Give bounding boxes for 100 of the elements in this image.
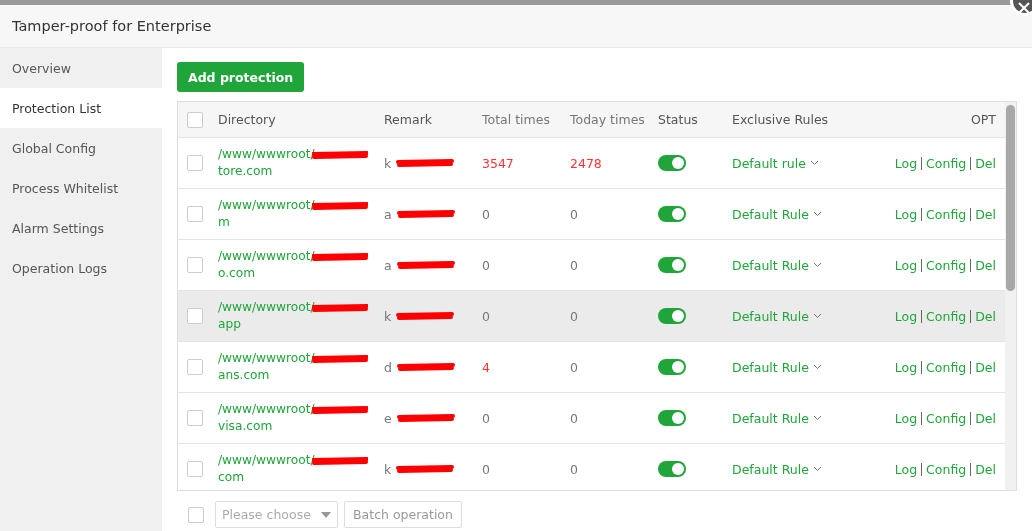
action-link[interactable]: Del <box>975 461 996 477</box>
sidebar-item[interactable]: Process Whitelist <box>0 168 162 208</box>
directory-link[interactable]: ans.com <box>218 367 384 384</box>
checkbox[interactable] <box>187 206 203 222</box>
rule-dropdown[interactable]: Default Rule <box>732 410 822 426</box>
scrollbar[interactable] <box>1005 102 1016 490</box>
checkbox[interactable] <box>188 506 204 523</box>
caret-icon <box>809 160 819 166</box>
remark-text: k <box>384 155 392 171</box>
action-link[interactable]: Log <box>894 410 918 426</box>
directory-link[interactable]: /www/wwwroot/ <box>218 197 315 214</box>
action-link[interactable]: Log <box>894 461 918 477</box>
count-text: 0 <box>482 206 490 222</box>
toggle-switch[interactable] <box>658 359 686 375</box>
rule-dropdown[interactable]: Default Rule <box>732 461 822 477</box>
column-header: Exclusive Rules <box>732 112 829 127</box>
action-link[interactable]: Config <box>926 155 967 171</box>
action-link[interactable]: Log <box>894 155 918 171</box>
rule-dropdown[interactable]: Default Rule <box>732 206 822 222</box>
directory-link[interactable]: visa.com <box>218 418 384 435</box>
action-link[interactable]: Log <box>894 308 918 324</box>
checkbox[interactable] <box>187 111 203 128</box>
sidebar-item[interactable]: Protection List <box>0 88 162 128</box>
action-link[interactable]: Config <box>926 257 967 273</box>
checkbox[interactable] <box>187 461 203 477</box>
remark-text: k <box>384 461 392 477</box>
count-text: 0 <box>570 461 578 477</box>
add-protection-button[interactable]: Add protection <box>177 62 305 92</box>
toggle-switch[interactable] <box>658 206 686 222</box>
toggle-switch[interactable] <box>658 257 686 273</box>
action-link[interactable]: Del <box>975 155 996 171</box>
action-link[interactable]: Config <box>926 206 967 222</box>
directory-link[interactable]: /www/wwwroot/ <box>218 401 315 418</box>
directory-link[interactable]: com <box>218 469 384 486</box>
count-text: 4 <box>482 359 490 375</box>
rule-dropdown[interactable]: Default Rule <box>732 308 822 324</box>
checkbox[interactable] <box>187 308 203 324</box>
action-link[interactable]: Del <box>975 308 996 324</box>
action-link[interactable]: Config <box>926 461 967 477</box>
rule-dropdown[interactable]: Default rule <box>732 155 819 171</box>
action-link[interactable]: Config <box>926 308 967 324</box>
toggle-switch[interactable] <box>658 155 686 171</box>
remark-text: d <box>384 359 392 375</box>
rule-dropdown[interactable]: Default Rule <box>732 359 822 375</box>
caret-icon <box>812 313 822 319</box>
caret-icon <box>812 364 822 370</box>
column-header: Today times <box>570 112 645 127</box>
directory-link[interactable]: tore.com <box>218 163 384 180</box>
action-link[interactable]: Log <box>894 359 918 375</box>
caret-icon <box>812 415 822 421</box>
count-text: 0 <box>570 359 578 375</box>
action-link[interactable]: Config <box>926 359 967 375</box>
caret-icon <box>812 211 822 217</box>
directory-link[interactable]: m <box>218 214 384 231</box>
checkbox[interactable] <box>187 359 203 375</box>
dropdown-arrow-icon <box>321 511 331 518</box>
caret-icon <box>812 262 822 268</box>
directory-link[interactable]: /www/wwwroot/ <box>218 299 315 316</box>
count-text: 0 <box>482 257 490 273</box>
directory-link[interactable]: /www/wwwroot/ <box>218 350 315 367</box>
sidebar-item[interactable]: Alarm Settings <box>0 208 162 248</box>
toggle-switch[interactable] <box>658 461 686 477</box>
remark-text: a <box>384 257 392 273</box>
sidebar-item[interactable]: Operation Logs <box>0 248 162 288</box>
sidebar-item[interactable]: Global Config <box>0 128 162 168</box>
count-text: 3547 <box>482 155 514 171</box>
count-text: 0 <box>570 206 578 222</box>
directory-link[interactable]: /www/wwwroot/ <box>218 452 315 469</box>
remark-text: e <box>384 410 392 426</box>
directory-link[interactable]: app <box>218 316 384 333</box>
sidebar-item[interactable]: Overview <box>0 48 162 88</box>
action-link[interactable]: Del <box>975 257 996 273</box>
count-text: 0 <box>570 308 578 324</box>
action-link[interactable]: Del <box>975 206 996 222</box>
caret-icon <box>812 466 822 472</box>
column-header: Remark <box>384 112 433 127</box>
count-text: 2478 <box>570 155 602 171</box>
checkbox[interactable] <box>187 155 203 171</box>
action-link[interactable]: Log <box>894 206 918 222</box>
column-header: OPT <box>971 112 996 127</box>
checkbox[interactable] <box>187 410 203 426</box>
action-link[interactable]: Config <box>926 410 967 426</box>
batch-operation-button[interactable]: Batch operation <box>344 501 462 528</box>
column-header: Total times <box>482 112 550 127</box>
rule-dropdown[interactable]: Default Rule <box>732 257 822 273</box>
directory-link[interactable]: /www/wwwroot/ <box>218 146 315 163</box>
count-text: 0 <box>482 461 490 477</box>
directory-link[interactable]: /www/wwwroot/ <box>218 248 315 265</box>
count-text: 0 <box>570 257 578 273</box>
action-link[interactable]: Del <box>975 410 996 426</box>
remark-text: k <box>384 308 392 324</box>
action-link[interactable]: Del <box>975 359 996 375</box>
count-text: 0 <box>570 410 578 426</box>
directory-link[interactable]: o.com <box>218 265 384 282</box>
toggle-switch[interactable] <box>658 410 686 426</box>
checkbox[interactable] <box>187 257 203 273</box>
batch-select[interactable]: Please choose <box>215 501 338 528</box>
action-link[interactable]: Log <box>894 257 918 273</box>
count-text: 0 <box>482 410 490 426</box>
toggle-switch[interactable] <box>658 308 686 324</box>
